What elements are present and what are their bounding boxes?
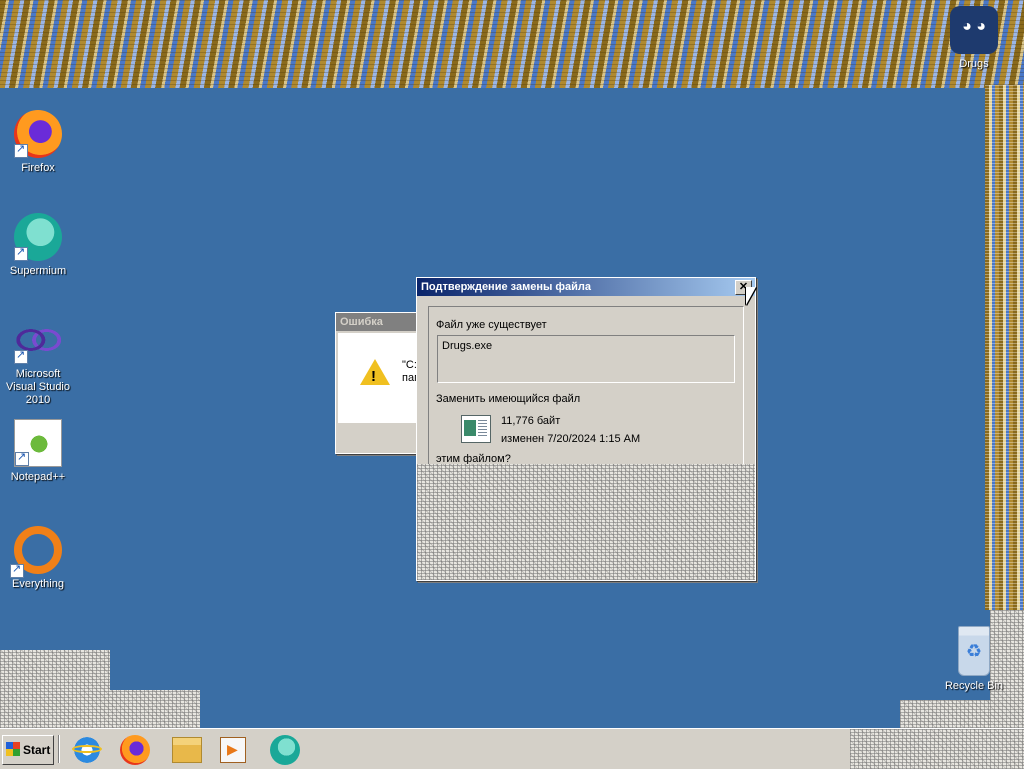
desktop-icon-supermium[interactable]: Supermium: [0, 213, 76, 278]
glitch-artifact-top: [0, 0, 1024, 88]
shortcut-arrow-icon: [15, 450, 29, 466]
recycle-bin-icon: [958, 626, 990, 676]
file-explorer-icon[interactable]: [172, 737, 202, 763]
notepad-plus-plus-icon: [14, 419, 62, 467]
warning-exclamation: !: [371, 368, 376, 385]
desktop-icon-label: Everything: [12, 578, 64, 590]
desktop-icon-recycle-bin[interactable]: Recycle Bin: [936, 626, 1012, 693]
firefox-icon[interactable]: [120, 735, 150, 765]
existing-file-size: 11,776 байт: [501, 415, 561, 427]
supermium-icon[interactable]: [270, 735, 300, 765]
start-label: Start: [23, 743, 51, 757]
glitch-artifact-taskbar: [850, 729, 1024, 769]
supermium-icon: [14, 213, 62, 261]
desktop-icon-firefox[interactable]: Firefox: [0, 110, 76, 175]
existing-file-box: Drugs.exe: [437, 335, 735, 383]
desktop-icon-everything[interactable]: Everything: [0, 522, 76, 591]
shortcut-arrow-icon: [14, 348, 28, 364]
start-button[interactable]: Start: [2, 735, 54, 765]
file-exists-label: Файл уже существует: [436, 319, 547, 331]
error-dialog-body: ! "C: пап: [338, 333, 424, 423]
visual-studio-icon: [14, 316, 62, 364]
shortcut-arrow-icon: [14, 245, 28, 261]
replace-existing-label: Заменить имеющийся файл: [436, 393, 581, 405]
executable-file-icon: [461, 415, 491, 443]
error-dialog[interactable]: Ошибка ! "C: пап: [335, 312, 427, 454]
confirm-dialog-titlebar[interactable]: Подтверждение замены файла ✕: [417, 278, 755, 296]
desktop: Drugs Firefox Supermium Microsoft Visual…: [0, 0, 1024, 728]
shortcut-arrow-icon: [14, 142, 28, 158]
desktop-icon-drugs[interactable]: Drugs: [936, 6, 1012, 71]
mouse-pointer-icon: [746, 287, 756, 305]
existing-file-modified: изменен 7/20/2024 1:15 AM: [501, 433, 641, 445]
desktop-icon-label: Recycle Bin: [944, 680, 1004, 692]
desktop-icon-visual-studio[interactable]: Microsoft Visual Studio 2010: [0, 316, 76, 407]
confirm-dialog-title: Подтверждение замены файла: [421, 281, 592, 293]
desktop-icon-notepad-plus-plus[interactable]: Notepad++: [0, 419, 76, 484]
desktop-icon-label: Notepad++: [10, 471, 66, 483]
firefox-icon: [14, 110, 62, 158]
glitch-artifact-dialog: [417, 464, 755, 580]
drugs-app-icon: [950, 6, 998, 54]
error-message-line: "C:: [402, 359, 417, 371]
internet-explorer-icon[interactable]: [72, 735, 102, 765]
desktop-icon-label: Supermium: [9, 265, 67, 277]
error-dialog-title[interactable]: Ошибка: [336, 313, 426, 331]
existing-file-name: Drugs.exe: [442, 340, 493, 352]
windows-logo-icon: [6, 742, 20, 756]
confirm-dialog-content: Файл уже существует Drugs.exe Заменить и…: [428, 306, 744, 488]
taskbar-separator: [58, 735, 60, 763]
taskbar: Start: [0, 728, 1024, 769]
shortcut-arrow-icon: [10, 562, 24, 578]
glitch-artifact-right: [985, 85, 1024, 610]
confirm-file-replace-dialog[interactable]: Подтверждение замены файла ✕ Файл уже су…: [416, 277, 756, 581]
everything-icon: [10, 526, 62, 578]
glitch-artifact-bottom-left-2: [0, 690, 200, 728]
media-player-icon[interactable]: [220, 737, 246, 763]
desktop-icon-label: Microsoft Visual Studio 2010: [5, 368, 70, 406]
desktop-icon-label: Drugs: [959, 58, 989, 70]
desktop-icon-label: Firefox: [21, 162, 55, 174]
